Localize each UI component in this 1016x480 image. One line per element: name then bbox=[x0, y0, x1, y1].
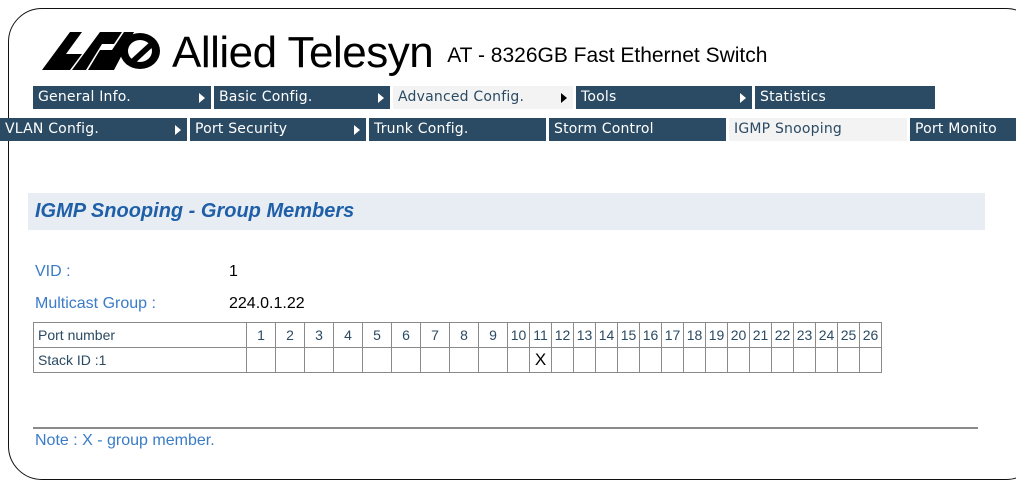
member-cell bbox=[246, 347, 276, 373]
arrow-right-icon bbox=[175, 125, 181, 135]
vid-label: VID : bbox=[35, 263, 71, 280]
port-number-cell: 4 bbox=[333, 322, 363, 348]
port-number-cell: 24 bbox=[815, 322, 838, 348]
port-number-cell: 12 bbox=[551, 322, 574, 348]
port-number-cell: 5 bbox=[362, 322, 392, 348]
member-cell bbox=[333, 347, 363, 373]
submenu-igmp-snooping[interactable]: IGMP Snooping bbox=[729, 118, 907, 141]
port-number-cell: 23 bbox=[793, 322, 816, 348]
member-cell bbox=[573, 347, 596, 373]
member-cell bbox=[391, 347, 421, 373]
submenu-trunk-config[interactable]: Trunk Config. bbox=[369, 118, 546, 141]
submenu-port-security[interactable]: Port Security bbox=[190, 118, 366, 141]
member-cell bbox=[478, 347, 508, 373]
member-cell bbox=[551, 347, 574, 373]
menu-label: Tools bbox=[581, 89, 617, 105]
port-number-cell: 6 bbox=[391, 322, 421, 348]
port-number-cell: 11 bbox=[529, 322, 552, 348]
member-cell bbox=[275, 347, 305, 373]
port-number-cell: 10 bbox=[507, 322, 530, 348]
member-cell bbox=[661, 347, 684, 373]
member-cell bbox=[727, 347, 750, 373]
member-cell bbox=[595, 347, 618, 373]
port-number-header: Port number bbox=[33, 322, 247, 348]
menu-label: Statistics bbox=[760, 89, 826, 105]
arrow-right-icon bbox=[354, 125, 360, 135]
menu-label: Basic Config. bbox=[219, 89, 313, 105]
member-cell bbox=[793, 347, 816, 373]
member-cell bbox=[683, 347, 706, 373]
submenu-label: Port Monito bbox=[915, 121, 997, 137]
member-cell bbox=[771, 347, 794, 373]
brand-name: Allied Telesyn bbox=[172, 28, 434, 77]
member-cell bbox=[639, 347, 662, 373]
port-number-cell: 22 bbox=[771, 322, 794, 348]
vid-value: 1 bbox=[229, 263, 238, 280]
menu-general-info[interactable]: General Info. bbox=[33, 86, 211, 109]
port-number-cell: 1 bbox=[246, 322, 276, 348]
submenu-label: Port Security bbox=[195, 121, 288, 137]
member-cell bbox=[859, 347, 882, 373]
member-cell bbox=[362, 347, 392, 373]
arrow-right-icon bbox=[561, 93, 567, 103]
member-cell bbox=[705, 347, 728, 373]
arrow-right-icon bbox=[199, 93, 205, 103]
member-cell bbox=[617, 347, 640, 373]
member-cell bbox=[304, 347, 334, 373]
device-model: AT - 8326GB Fast Ethernet Switch bbox=[447, 44, 768, 67]
stack-id-label: Stack ID :1 bbox=[33, 347, 247, 373]
submenu-label: IGMP Snooping bbox=[734, 121, 842, 137]
submenu-label: Storm Control bbox=[554, 121, 654, 137]
port-number-cell: 26 bbox=[859, 322, 882, 348]
member-cell bbox=[507, 347, 530, 373]
port-number-cell: 2 bbox=[275, 322, 305, 348]
submenu-label: Trunk Config. bbox=[374, 121, 469, 137]
port-number-cell: 18 bbox=[683, 322, 706, 348]
main-menu: General Info. Basic Config. Advanced Con… bbox=[33, 86, 935, 109]
port-number-cell: 7 bbox=[420, 322, 450, 348]
arrow-right-icon bbox=[378, 93, 384, 103]
menu-basic-config[interactable]: Basic Config. bbox=[214, 86, 390, 109]
port-number-cell: 21 bbox=[749, 322, 772, 348]
port-number-cell: 16 bbox=[639, 322, 662, 348]
page-title: IGMP Snooping - Group Members bbox=[35, 200, 355, 222]
submenu-label: VLAN Config. bbox=[5, 121, 99, 137]
port-number-cell: 9 bbox=[478, 322, 508, 348]
divider bbox=[33, 427, 978, 429]
menu-tools[interactable]: Tools bbox=[576, 86, 752, 109]
port-number-row: Port number 1 2 3 4 5 6 7 8 9 10 11 12 13 14 15 16 17 18 19… bbox=[33, 322, 882, 348]
member-cell: X bbox=[529, 347, 552, 373]
port-number-cell: 13 bbox=[573, 322, 596, 348]
submenu-port-monitoring[interactable]: Port Monito bbox=[910, 118, 1016, 141]
multicast-group-label: Multicast Group : bbox=[35, 295, 156, 312]
member-cell bbox=[449, 347, 479, 373]
brand-header: Allied Telesyn AT - 8326GB Fast Ethernet… bbox=[42, 20, 767, 76]
allied-telesyn-logo-icon bbox=[42, 32, 160, 70]
member-cell bbox=[837, 347, 860, 373]
page-frame bbox=[8, 8, 1016, 480]
member-cell bbox=[420, 347, 450, 373]
port-number-cell: 14 bbox=[595, 322, 618, 348]
table-row: Stack ID :1 X bbox=[33, 347, 882, 373]
member-cell bbox=[749, 347, 772, 373]
menu-label: General Info. bbox=[38, 89, 131, 105]
port-number-cell: 8 bbox=[449, 322, 479, 348]
member-cell bbox=[815, 347, 838, 373]
port-number-cell: 3 bbox=[304, 322, 334, 348]
sub-menu: VLAN Config. Port Security Trunk Config.… bbox=[0, 118, 1016, 141]
menu-advanced-config[interactable]: Advanced Config. bbox=[393, 86, 573, 109]
submenu-vlan-config[interactable]: VLAN Config. bbox=[0, 118, 187, 141]
port-number-cell: 19 bbox=[705, 322, 728, 348]
port-number-cell: 17 bbox=[661, 322, 684, 348]
arrow-right-icon bbox=[740, 93, 746, 103]
port-number-cell: 15 bbox=[617, 322, 640, 348]
menu-label: Advanced Config. bbox=[398, 89, 525, 105]
menu-statistics[interactable]: Statistics bbox=[755, 86, 935, 109]
legend-note: Note : X - group member. bbox=[35, 432, 215, 449]
port-number-cell: 20 bbox=[727, 322, 750, 348]
submenu-storm-control[interactable]: Storm Control bbox=[549, 118, 726, 141]
group-members-table: Port number 1 2 3 4 5 6 7 8 9 10 11 12 13 14 15 16 17 18 19… bbox=[33, 322, 882, 373]
port-number-cell: 25 bbox=[837, 322, 860, 348]
multicast-group-value: 224.0.1.22 bbox=[229, 295, 305, 312]
